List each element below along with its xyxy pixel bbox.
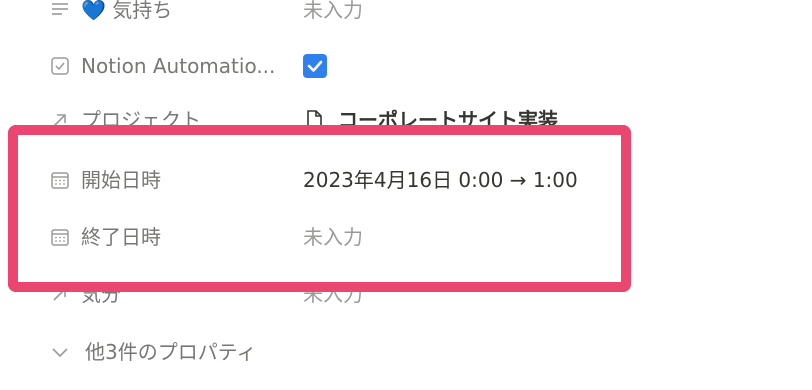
more-properties-label: 他3件のプロパティ bbox=[85, 340, 257, 364]
property-label: 終了日時 bbox=[81, 225, 161, 249]
date-value[interactable]: 2023年4月16日 0:00 → 1:00 bbox=[303, 168, 578, 192]
calendar-icon bbox=[49, 226, 71, 248]
property-value-empty[interactable]: 未入力 bbox=[303, 282, 363, 306]
chevron-down-icon bbox=[49, 341, 71, 363]
more-properties-toggle[interactable]: 他3件のプロパティ bbox=[0, 330, 812, 374]
property-value-empty[interactable]: 未入力 bbox=[303, 225, 363, 249]
property-label: 気分 bbox=[81, 282, 121, 306]
property-row-feeling[interactable]: 気分 未入力 bbox=[0, 272, 812, 316]
highlight-box: 開始日時 2023年4月16日 0:00 → 1:00 終了日時 未入力 bbox=[8, 125, 631, 292]
calendar-icon bbox=[49, 169, 71, 191]
property-row-end[interactable]: 終了日時 未入力 bbox=[0, 215, 812, 259]
relation-arrow-icon bbox=[49, 283, 71, 305]
property-row-start[interactable]: 開始日時 2023年4月16日 0:00 → 1:00 bbox=[0, 158, 812, 202]
property-label: 開始日時 bbox=[81, 168, 161, 192]
